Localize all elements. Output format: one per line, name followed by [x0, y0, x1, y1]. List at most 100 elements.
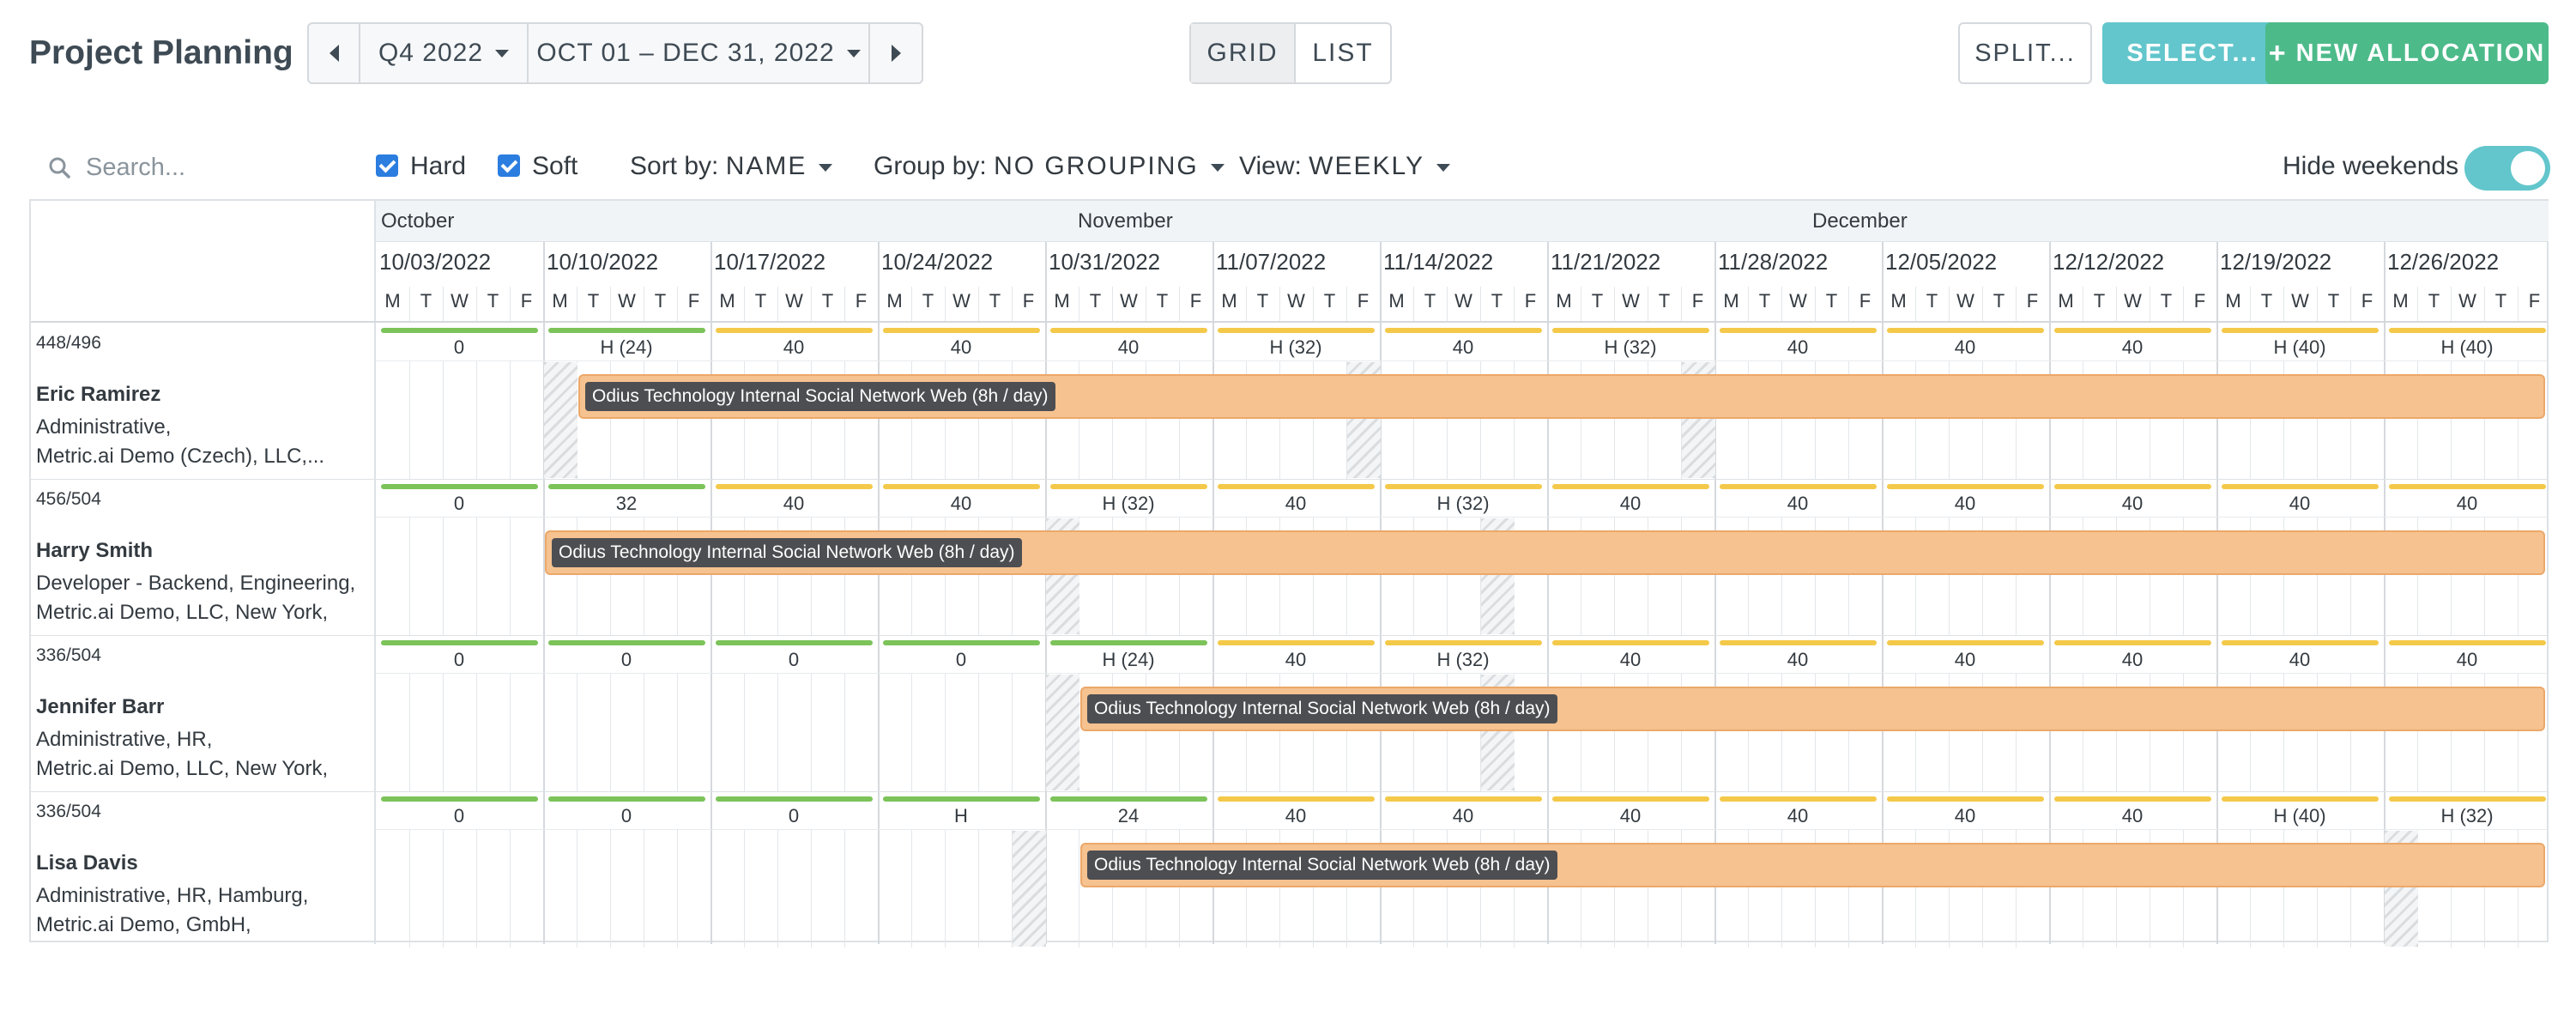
day-label: W	[1120, 290, 1138, 312]
week-capacity: 0	[788, 649, 800, 670]
filter-bar: Hard Soft Sort by: NAME Group by: NO GRO…	[29, 146, 2550, 191]
week-divider	[1714, 242, 1716, 944]
week-capacity: 40	[1954, 493, 1976, 514]
week-capacity: 32	[615, 493, 638, 514]
select-button[interactable]: SELECT...	[2102, 22, 2283, 84]
day-divider	[476, 287, 477, 321]
week-capacity: 40	[1285, 649, 1307, 670]
day-divider	[911, 674, 912, 791]
day-label: T	[1658, 290, 1671, 312]
capacity-summary: 456/504	[36, 489, 101, 509]
week-capacity: H (32)	[1604, 336, 1657, 358]
date-range-dropdown[interactable]: OCT 01 – DEC 31, 2022	[529, 24, 870, 82]
hide-weekends-label: Hide weekends	[2283, 152, 2459, 180]
week-capacity: 40	[1117, 336, 1140, 358]
capacity-bar	[716, 796, 873, 802]
sort-dropdown[interactable]: Sort by: NAME	[630, 152, 833, 181]
week-capacity: 24	[1117, 805, 1140, 826]
day-label: F	[1189, 290, 1202, 312]
capacity-divider	[376, 673, 2547, 674]
week-capacity: 40	[1619, 805, 1642, 826]
allocation-bar[interactable]: Odius Technology Internal Social Network…	[578, 374, 2545, 419]
day-divider	[2451, 287, 2452, 321]
week-divider	[711, 242, 712, 944]
row-divider	[31, 479, 2547, 480]
list-view-button[interactable]: LIST	[1296, 24, 1390, 82]
day-label: T	[654, 290, 667, 312]
week-capacity: 40	[1619, 493, 1642, 514]
day-label: T	[2428, 290, 2440, 312]
capacity-bar	[548, 640, 705, 645]
day-divider	[510, 361, 511, 479]
person-company: Metric.ai Demo (Czech), LLC,...	[36, 445, 325, 468]
day-label: F	[2528, 290, 2541, 312]
capacity-bar	[2389, 640, 2546, 645]
week-capacity: H (32)	[1102, 493, 1155, 514]
week-capacity: H (40)	[2440, 336, 2494, 358]
week-label: 10/17/2022	[714, 249, 826, 275]
day-divider	[811, 674, 812, 791]
day-divider	[510, 518, 511, 635]
capacity-bar	[1218, 484, 1375, 489]
capacity-bar	[2389, 484, 2546, 489]
capacity-bar	[1720, 796, 1877, 802]
day-divider	[911, 830, 912, 947]
day-divider	[677, 674, 678, 791]
day-label: T	[2494, 290, 2507, 312]
new-allocation-button[interactable]: + NEW ALLOCATION	[2265, 22, 2549, 84]
capacity-bar	[548, 328, 705, 333]
week-capacity: 40	[2456, 493, 2478, 514]
week-capacity: 40	[2121, 336, 2144, 358]
week-capacity: 40	[1452, 336, 1474, 358]
soft-checkbox[interactable]	[498, 154, 520, 177]
row-divider	[31, 791, 2547, 792]
capacity-bar	[1385, 640, 1542, 645]
week-capacity: 40	[1954, 649, 1976, 670]
week-capacity: 0	[620, 805, 632, 826]
day-divider	[1413, 287, 1414, 321]
capacity-divider	[376, 829, 2547, 830]
day-divider	[777, 287, 778, 321]
hard-label: Hard	[410, 152, 467, 180]
capacity-bar	[1887, 796, 2044, 802]
hard-checkbox[interactable]	[376, 154, 398, 177]
capacity-bar	[1552, 796, 1709, 802]
capacity-bar	[2389, 796, 2546, 802]
prev-period-button[interactable]	[309, 24, 360, 82]
week-capacity: H (32)	[1436, 649, 1490, 670]
capacity-bar	[716, 328, 873, 333]
capacity-bar	[1887, 328, 2044, 333]
day-label: M	[1388, 290, 1405, 312]
week-capacity: H (32)	[2440, 805, 2494, 826]
person-name: Eric Ramirez	[36, 383, 161, 406]
hide-weekends-toggle[interactable]	[2464, 146, 2550, 191]
day-divider	[2016, 287, 2017, 321]
day-label: T	[1323, 290, 1336, 312]
allocation-bar[interactable]: Odius Technology Internal Social Network…	[1080, 687, 2545, 731]
capacity-bar	[1050, 640, 1207, 645]
day-divider	[443, 361, 444, 479]
split-button[interactable]: SPLIT...	[1958, 22, 2092, 84]
day-label: T	[1424, 290, 1436, 312]
week-capacity: 40	[1787, 805, 1809, 826]
view-dropdown[interactable]: View: WEEKLY	[1239, 152, 1450, 181]
allocation-bar[interactable]: Odius Technology Internal Social Network…	[1080, 843, 2545, 887]
day-label: M	[1723, 290, 1739, 312]
capacity-divider	[376, 517, 2547, 518]
capacity-bar	[548, 796, 705, 802]
day-label: M	[2392, 290, 2409, 312]
next-period-button[interactable]	[870, 24, 922, 82]
day-divider	[1246, 287, 1247, 321]
day-divider	[409, 361, 410, 479]
day-divider	[1815, 287, 1816, 321]
allocation-bar[interactable]: Odius Technology Internal Social Network…	[545, 530, 2545, 575]
day-label: W	[2124, 290, 2142, 312]
group-dropdown[interactable]: Group by: NO GROUPING	[874, 152, 1225, 181]
day-label: W	[1789, 290, 1807, 312]
grid-view-button[interactable]: GRID	[1191, 24, 1296, 82]
search-input[interactable]	[86, 149, 343, 185]
quarter-dropdown[interactable]: Q4 2022	[360, 24, 529, 82]
person-company: Metric.ai Demo, LLC, New York,	[36, 601, 329, 624]
day-divider	[2317, 287, 2318, 321]
week-capacity: 40	[783, 336, 805, 358]
